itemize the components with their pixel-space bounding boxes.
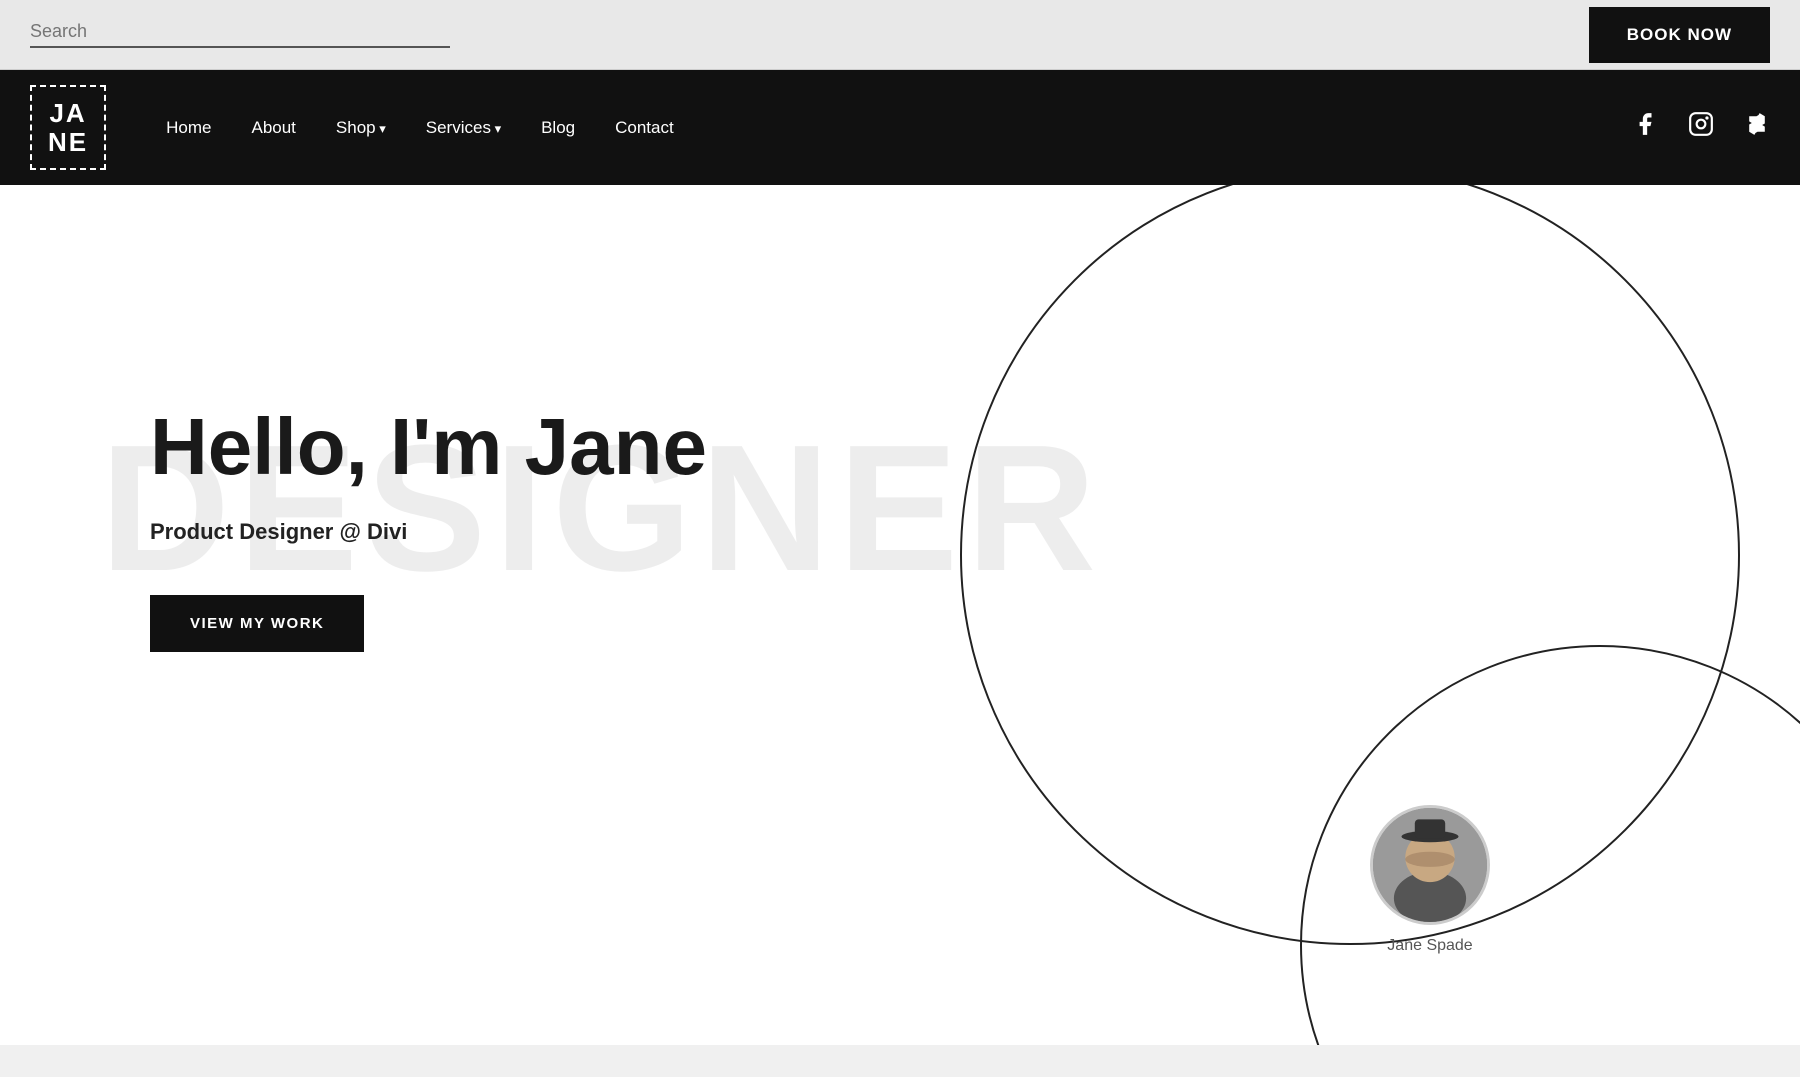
- hero-subtitle: Product Designer @ Divi: [150, 519, 1800, 545]
- hero-content: Hello, I'm Jane Product Designer @ Divi …: [0, 185, 1800, 652]
- profile-name: Jane Spade: [1387, 937, 1472, 955]
- profile-section: Jane Spade: [1370, 805, 1490, 955]
- nav-item-home[interactable]: Home: [166, 118, 211, 138]
- view-work-button[interactable]: VIEW MY WORK: [150, 595, 364, 652]
- nav-item-shop[interactable]: Shop: [336, 118, 386, 138]
- search-input[interactable]: [30, 21, 450, 42]
- book-now-button[interactable]: BOOK NOW: [1589, 7, 1770, 63]
- nav-item-services[interactable]: Services: [426, 118, 501, 138]
- facebook-icon[interactable]: [1632, 111, 1658, 144]
- nav-item-blog[interactable]: Blog: [541, 118, 575, 138]
- nav-link-about[interactable]: About: [251, 118, 295, 137]
- nav-link-blog[interactable]: Blog: [541, 118, 575, 137]
- instagram-icon[interactable]: [1688, 111, 1714, 144]
- hero-section: DESIGNER Hello, I'm Jane Product Designe…: [0, 185, 1800, 1045]
- nav-link-home[interactable]: Home: [166, 118, 211, 137]
- avatar-image: [1373, 808, 1487, 922]
- navbar: JA NE Home About Shop Services Blog Cont…: [0, 70, 1800, 185]
- social-icons: [1632, 111, 1770, 144]
- nav-item-contact[interactable]: Contact: [615, 118, 674, 138]
- nav-link-services[interactable]: Services: [426, 118, 501, 137]
- nav-links: Home About Shop Services Blog Contact: [166, 118, 674, 138]
- search-area[interactable]: [30, 21, 450, 48]
- nav-link-shop[interactable]: Shop: [336, 118, 386, 137]
- avatar: [1370, 805, 1490, 925]
- navbar-left: JA NE Home About Shop Services Blog Cont…: [30, 85, 674, 170]
- deviantart-icon[interactable]: [1744, 111, 1770, 144]
- site-logo[interactable]: JA NE: [30, 85, 106, 170]
- nav-item-about[interactable]: About: [251, 118, 295, 138]
- top-bar: BOOK NOW: [0, 0, 1800, 70]
- hero-title: Hello, I'm Jane: [150, 405, 1800, 489]
- nav-link-contact[interactable]: Contact: [615, 118, 674, 137]
